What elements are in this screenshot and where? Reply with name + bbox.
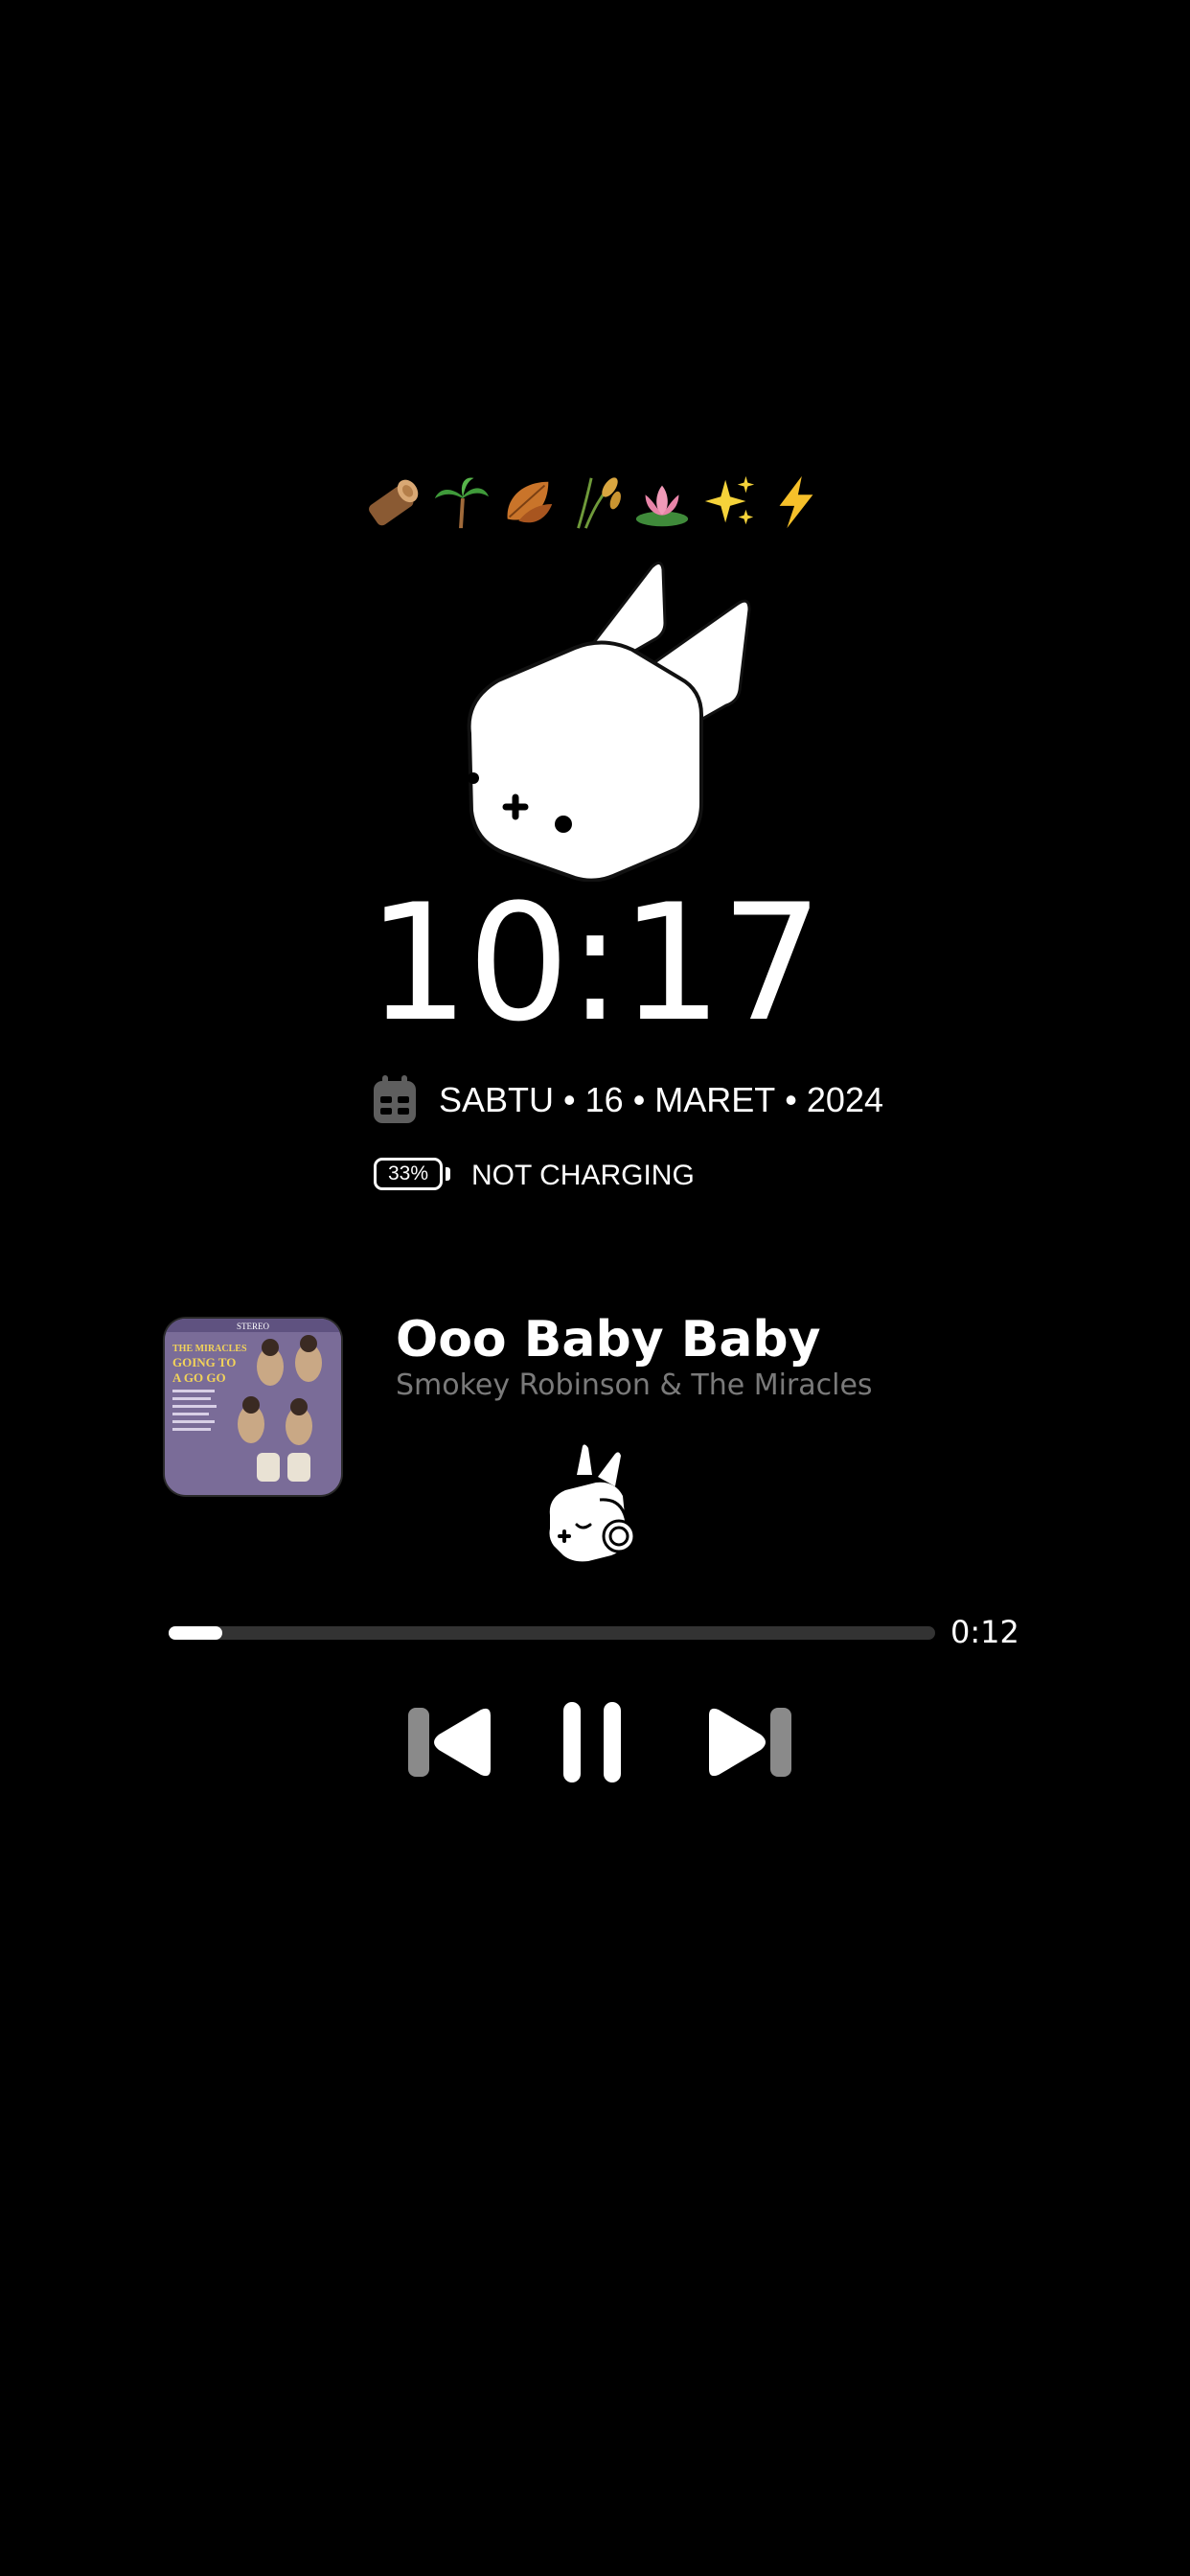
lockscreen-clock: 10:17 — [366, 869, 823, 1057]
bunny-logo — [467, 562, 751, 882]
date-text: SABTU • 16 • MARET • 2024 — [439, 1080, 883, 1120]
rice-sheaf-icon — [577, 477, 621, 529]
album-title-line-2: A GO GO — [172, 1370, 226, 1385]
album-title-line-1: GOING TO — [172, 1355, 236, 1369]
elapsed-time: 0:12 — [950, 1614, 1019, 1650]
battery-icon: 33% — [374, 1158, 450, 1194]
date-separator: • — [632, 1080, 646, 1119]
song-title[interactable]: Ooo Baby Baby — [396, 1309, 1124, 1370]
battery-cap — [446, 1167, 450, 1181]
album-artist-line: THE MIRACLES — [172, 1344, 247, 1354]
date-day: SABTU — [439, 1080, 555, 1119]
progress-bar[interactable] — [169, 1626, 935, 1640]
pause-button[interactable] — [558, 1698, 627, 1786]
battery-line: 33% NOT CHARGING — [374, 1152, 695, 1200]
calendar-icon — [374, 1075, 416, 1123]
progress-fill — [169, 1626, 222, 1640]
song-artist[interactable]: Smokey Robinson & The Miracles — [396, 1367, 1124, 1405]
album-art[interactable]: STEREO THE MIRACLES GOING TO A GO GO — [165, 1319, 341, 1495]
date-separator: • — [563, 1080, 576, 1119]
palm-tree-icon — [434, 477, 490, 529]
battery-percent: 33% — [374, 1158, 443, 1190]
emoji-row — [364, 468, 843, 537]
next-track-button[interactable] — [705, 1702, 795, 1782]
lotus-icon — [635, 485, 689, 527]
fallen-leaf-icon — [507, 481, 553, 523]
album-header: STEREO — [237, 1322, 270, 1331]
bunny-headphones-icon — [549, 1444, 636, 1562]
album-cover-image: STEREO THE MIRACLES GOING TO A GO GO — [165, 1319, 341, 1495]
date-number: 16 — [584, 1080, 624, 1119]
previous-track-button[interactable] — [404, 1702, 494, 1782]
sparkles-icon — [704, 475, 755, 525]
lightning-icon — [779, 475, 813, 529]
date-year: 2024 — [806, 1080, 883, 1119]
date-month: MARET — [654, 1080, 776, 1119]
date-line: SABTU • 16 • MARET • 2024 — [372, 1071, 883, 1129]
wood-log-icon — [369, 479, 419, 526]
battery-status: NOT CHARGING — [471, 1160, 695, 1191]
date-separator: • — [785, 1080, 797, 1119]
